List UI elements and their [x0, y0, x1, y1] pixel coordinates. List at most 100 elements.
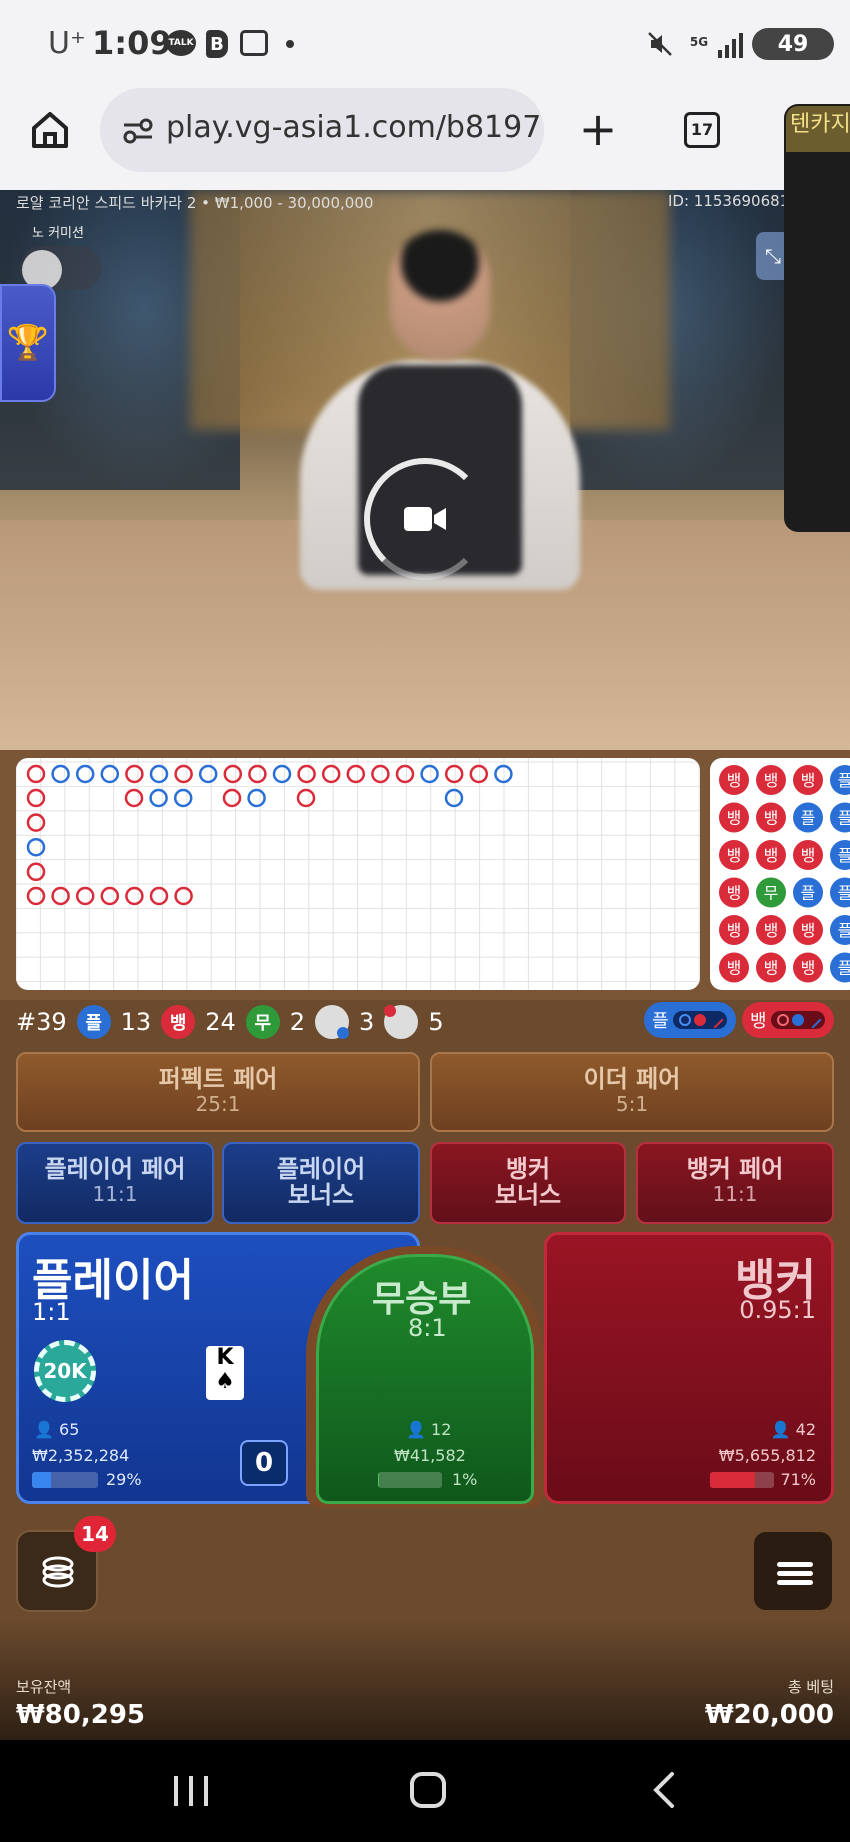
total-bet-label: 총 베팅 [787, 1678, 834, 1696]
tie-percent: 1% [452, 1470, 478, 1489]
big-road-label: 뱅 [727, 809, 742, 828]
menu-line-icon [777, 1562, 813, 1567]
road-mark [371, 764, 390, 784]
dealer-head [390, 230, 490, 360]
battery-indicator: 49 [752, 28, 834, 60]
kakaotalk-icon: TALK [166, 30, 196, 56]
player-bettors-count: 65 [59, 1420, 80, 1439]
menu-line-icon [777, 1580, 813, 1585]
road-mark [75, 764, 95, 784]
big-road-label: 플 [801, 809, 816, 828]
road-mark [174, 764, 193, 784]
predict-player-label: 플 [652, 1011, 669, 1032]
road-mark [51, 764, 70, 784]
back-icon[interactable] [650, 1772, 680, 1808]
perfect-pair-odds: 25:1 [195, 1092, 241, 1116]
road-mark [444, 764, 464, 784]
big-road-label: 플 [801, 884, 816, 903]
road-mark [469, 764, 489, 784]
predict-banker-button[interactable]: 뱅 [742, 1002, 834, 1038]
player-pair-bet[interactable]: 플레이어 페어 11:1 [16, 1142, 214, 1224]
road-mark [51, 886, 70, 906]
tab-switcher-button[interactable]: 17 [684, 112, 720, 148]
road-mark [26, 813, 46, 832]
either-pair-bet[interactable]: 이더 페어 5:1 [430, 1052, 834, 1132]
player-odds: 1:1 [32, 1298, 71, 1326]
recent-apps-icon[interactable] [174, 1776, 208, 1806]
tie-count: 2 [289, 1008, 306, 1036]
menu-button[interactable] [752, 1530, 834, 1612]
road-mark [173, 788, 193, 808]
player-percent-bar [32, 1472, 98, 1488]
road-mark [248, 764, 267, 784]
road-mark [149, 764, 169, 784]
new-tab-button[interactable]: + [578, 106, 618, 152]
card-rank: K [216, 1345, 234, 1370]
road-mark [26, 886, 46, 906]
road-mark [297, 764, 316, 784]
player-count-icon: 플 [76, 1005, 111, 1039]
bet-chip[interactable]: 20K [34, 1340, 96, 1402]
banker-amount: ₩5,655,812 [718, 1446, 816, 1465]
big-road-label: 뱅 [801, 846, 816, 865]
banker-bonus-label-2: 보너스 [494, 1181, 562, 1209]
road-mark [444, 788, 464, 808]
big-road-svg: 뱅 뱅 뱅 플뱅 뱅 플 플뱅 뱅 뱅 플뱅 무 플 플뱅 뱅 뱅 플뱅 뱅 뱅 플 [719, 765, 850, 983]
b-app-icon: B [206, 30, 228, 58]
predict-banker-label: 뱅 [750, 1011, 767, 1032]
banker-bettors: 👤 42 [770, 1420, 816, 1439]
banker-pair-icon [384, 1005, 419, 1039]
banker-pair-bet[interactable]: 뱅커 페어 11:1 [636, 1142, 834, 1224]
big-road-label: 뱅 [764, 959, 779, 978]
big-road-label: 뱅 [764, 809, 779, 828]
balance-value: ₩80,295 [16, 1700, 146, 1730]
predict-banker-icons [770, 1011, 825, 1029]
perfect-pair-bet[interactable]: 퍼펙트 페어 25:1 [16, 1052, 420, 1132]
menu-line-icon [777, 1571, 813, 1576]
url-text[interactable]: play.vg-asia1.com/b8197 [166, 110, 541, 145]
road-mark [321, 764, 341, 784]
perfect-pair-label: 퍼펙트 페어 [158, 1065, 278, 1093]
banker-percent-bar [710, 1472, 774, 1488]
road-mark [75, 886, 95, 906]
banker-bonus-bet[interactable]: 뱅커 보너스 [430, 1142, 626, 1224]
video-camera-icon [404, 507, 446, 531]
trophy-icon[interactable]: 🏆 [0, 284, 56, 402]
road-mark [149, 886, 169, 906]
tie-amount: ₩41,582 [394, 1446, 466, 1465]
tie-bettors: 👤 12 [406, 1420, 452, 1439]
home-icon[interactable] [28, 108, 72, 152]
big-road-label: 뱅 [764, 921, 779, 940]
balance-label: 보유잔액 [16, 1678, 72, 1696]
banker-odds: 0.95:1 [739, 1296, 816, 1324]
card-suit: ♠ [215, 1369, 235, 1394]
road-mark [296, 788, 316, 808]
banker-bettors-count: 42 [795, 1420, 816, 1439]
signal-icon [716, 30, 744, 58]
road-mark [222, 788, 242, 808]
banker-percent-fill [710, 1472, 756, 1488]
either-pair-label: 이더 페어 [583, 1065, 681, 1093]
road-mark [272, 764, 292, 784]
big-road-label: 플 [838, 771, 850, 790]
side-video-panel[interactable] [784, 104, 850, 532]
player-bettors: 👤 65 [34, 1420, 80, 1439]
player-bonus-bet[interactable]: 플레이어 보너스 [222, 1142, 420, 1224]
banker-count-icon: 뱅 [161, 1005, 196, 1039]
side-panel-title: 텐카지노 [786, 106, 850, 152]
app-screen: U⁺ 1:09 TALK B 5G 49 play.vg-asia1.com/b… [0, 0, 850, 1842]
home-nav-icon[interactable] [410, 1772, 446, 1808]
mute-icon [646, 30, 674, 58]
predict-player-button[interactable]: 플 [644, 1002, 736, 1038]
network-type: 5G [689, 35, 709, 49]
site-settings-icon[interactable] [122, 118, 154, 144]
round-stats: #39 플 13 뱅 24 무 2 3 5 [16, 1002, 444, 1042]
player-bonus-label-1: 플레이어 [276, 1155, 366, 1183]
road-mark [26, 837, 46, 857]
banker-pair-label: 뱅커 페어 [686, 1155, 784, 1183]
road-mark [124, 788, 144, 808]
no-commission-label: 노 커미션 [32, 226, 84, 241]
tie-percent-fill [378, 1472, 379, 1488]
tie-percent-bar [378, 1472, 442, 1488]
big-road-label: 뱅 [764, 771, 779, 790]
